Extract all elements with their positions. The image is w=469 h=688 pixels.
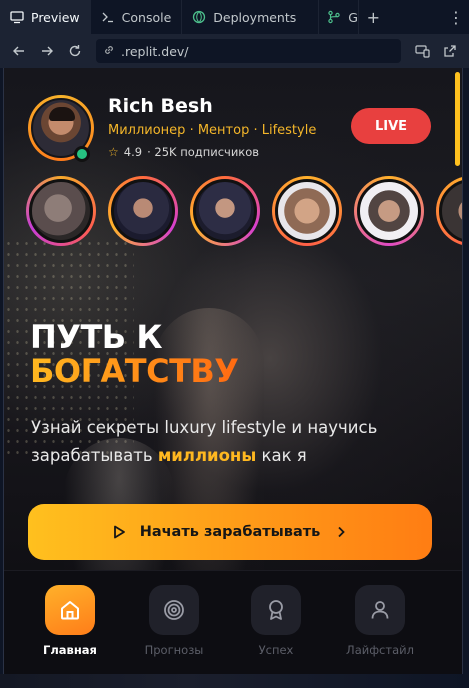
award-icon bbox=[251, 585, 301, 635]
tab-git-label: G bbox=[348, 9, 358, 25]
tab-console-label: Console bbox=[121, 9, 172, 25]
open-in-new-tab-icon[interactable] bbox=[437, 38, 463, 64]
nav-item-home[interactable]: Главная bbox=[30, 585, 110, 657]
hero-title-line1: ПУТЬ К bbox=[30, 318, 162, 356]
new-tab-button[interactable]: + bbox=[359, 0, 387, 34]
tab-preview-label: Preview bbox=[31, 9, 80, 25]
url-host: .replit.dev/ bbox=[121, 43, 189, 59]
live-button[interactable]: LIVE bbox=[351, 108, 431, 144]
online-status-indicator bbox=[74, 146, 90, 162]
nav-item-lifestyle[interactable]: Лайфстайл bbox=[340, 585, 420, 657]
star-icon: ☆ bbox=[108, 145, 119, 159]
nav-item-predictions[interactable]: Прогнозы bbox=[134, 585, 214, 657]
start-earning-button[interactable]: Начать зарабатывать bbox=[28, 504, 432, 560]
nav-label-predictions: Прогнозы bbox=[144, 643, 204, 657]
hero-subtitle-highlight: миллионы bbox=[157, 446, 257, 465]
story-item[interactable] bbox=[26, 176, 96, 246]
tab-menu-icon[interactable]: ⋮ bbox=[443, 0, 469, 34]
story-item[interactable] bbox=[354, 176, 424, 246]
hero-subtitle: Узнай секреты luxury lifestyle и научись… bbox=[31, 414, 441, 470]
devices-icon[interactable] bbox=[409, 38, 435, 64]
monitor-icon bbox=[10, 10, 24, 24]
hero-title: ПУТЬ К БОГАТСТВУ bbox=[30, 318, 239, 390]
story-item[interactable] bbox=[108, 176, 178, 246]
profile-rating: ☆ 4.9 · 25K подписчиков bbox=[108, 145, 259, 159]
tab-deployments[interactable]: Deployments bbox=[182, 0, 320, 34]
nav-label-success: Успех bbox=[258, 643, 294, 657]
story-item[interactable] bbox=[190, 176, 260, 246]
subscriber-count: · 25K подписчиков bbox=[147, 145, 260, 159]
tab-preview[interactable]: Preview bbox=[0, 0, 91, 34]
terminal-icon bbox=[101, 10, 115, 24]
back-arrow-icon[interactable] bbox=[6, 38, 32, 64]
rating-value: 4.9 bbox=[123, 145, 143, 159]
link-icon bbox=[103, 44, 115, 59]
tab-git[interactable]: G bbox=[319, 0, 360, 34]
workspace-tab-bar: Preview Console Deployments G + ⋮ bbox=[0, 0, 469, 34]
hero-subtitle-end: как я bbox=[256, 446, 307, 465]
story-item[interactable] bbox=[436, 176, 462, 246]
tab-console[interactable]: Console bbox=[91, 0, 183, 34]
git-icon bbox=[327, 10, 341, 24]
chevron-right-icon bbox=[332, 523, 350, 541]
play-icon bbox=[110, 523, 128, 541]
profile-roles: Миллионер · Ментор · Lifestyle bbox=[108, 123, 317, 138]
stories-row bbox=[26, 176, 462, 248]
workspace-bottom-edge bbox=[0, 674, 469, 688]
home-icon bbox=[45, 585, 95, 635]
target-icon bbox=[149, 585, 199, 635]
bottom-navigation: Главная Прогнозы Успех Лайфстайл bbox=[4, 570, 462, 674]
globe-icon bbox=[192, 10, 206, 24]
nav-item-success[interactable]: Успех bbox=[236, 585, 316, 657]
url-input[interactable]: .replit.dev/ bbox=[96, 39, 401, 63]
nav-label-home: Главная bbox=[43, 643, 97, 657]
scrollbar-thumb[interactable] bbox=[455, 72, 460, 166]
start-earning-label: Начать зарабатывать bbox=[139, 524, 321, 540]
forward-arrow-icon[interactable] bbox=[34, 38, 60, 64]
story-item[interactable] bbox=[272, 176, 342, 246]
reload-icon[interactable] bbox=[62, 38, 88, 64]
user-icon bbox=[355, 585, 405, 635]
hero-title-line2: БОГАТСТВУ bbox=[30, 352, 239, 390]
app-preview: Rich Besh Миллионер · Ментор · Lifestyle… bbox=[3, 68, 463, 674]
tab-deployments-label: Deployments bbox=[213, 9, 297, 25]
profile-name: Rich Besh bbox=[108, 95, 213, 117]
nav-label-lifestyle: Лайфстайл bbox=[346, 643, 414, 657]
preview-url-bar: .replit.dev/ bbox=[0, 34, 469, 68]
